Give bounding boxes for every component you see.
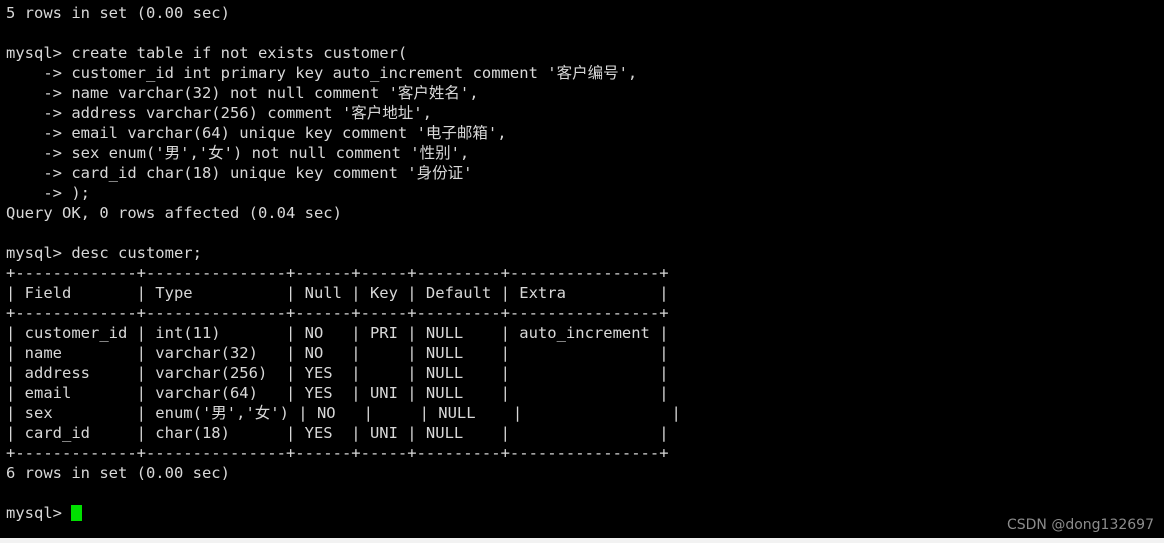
table-border-bottom: +-------------+---------------+------+--…	[6, 444, 669, 462]
table-row: | name | varchar(32) | NO | | NULL | |	[6, 344, 669, 362]
terminal-line-col-sex: -> sex enum('男','女') not null comment '性…	[6, 144, 470, 162]
text-cursor	[71, 505, 83, 521]
table-row: | address | varchar(256) | YES | | NULL …	[6, 364, 669, 382]
terminal-line-col-name: -> name varchar(32) not null comment '客户…	[6, 84, 479, 102]
terminal-line-col-card-id: -> card_id char(18) unique key comment '…	[6, 164, 473, 182]
terminal-line: 5 rows in set (0.00 sec)	[6, 4, 230, 22]
terminal-prompt-line[interactable]: mysql>	[6, 503, 1164, 523]
table-row: | card_id | char(18) | YES | UNI | NULL …	[6, 424, 669, 442]
terminal-line-statement-close: -> );	[6, 184, 90, 202]
table-row: | customer_id | int(11) | NO | PRI | NUL…	[6, 324, 669, 342]
table-border-header: +-------------+---------------+------+--…	[6, 304, 669, 322]
terminal-line-col-email: -> email varchar(64) unique key comment …	[6, 124, 507, 142]
table-header-row: | Field | Type | Null | Key | Default | …	[6, 284, 669, 302]
terminal-line-rows-in-set: 6 rows in set (0.00 sec)	[6, 464, 230, 482]
terminal-output-area[interactable]: 5 rows in set (0.00 sec) mysql> create t…	[0, 0, 1164, 538]
table-border-top: +-------------+---------------+------+--…	[6, 264, 669, 282]
terminal-line-col-address: -> address varchar(256) comment '客户地址',	[6, 104, 432, 122]
terminal-line-command-create: mysql> create table if not exists custom…	[6, 44, 408, 62]
terminal-window: 5 rows in set (0.00 sec) mysql> create t…	[0, 0, 1164, 543]
table-row: | sex | enum('男','女') | NO | | NULL | |	[6, 404, 681, 422]
prompt-label: mysql>	[6, 504, 72, 522]
table-row: | email | varchar(64) | YES | UNI | NULL…	[6, 384, 669, 402]
watermark-label: CSDN @dong132697	[1006, 517, 1154, 533]
terminal-line-col-customer-id: -> customer_id int primary key auto_incr…	[6, 64, 638, 82]
terminal-line-command-desc: mysql> desc customer;	[6, 244, 202, 262]
terminal-line-query-ok: Query OK, 0 rows affected (0.04 sec)	[6, 204, 342, 222]
window-bottom-edge	[0, 538, 1164, 543]
